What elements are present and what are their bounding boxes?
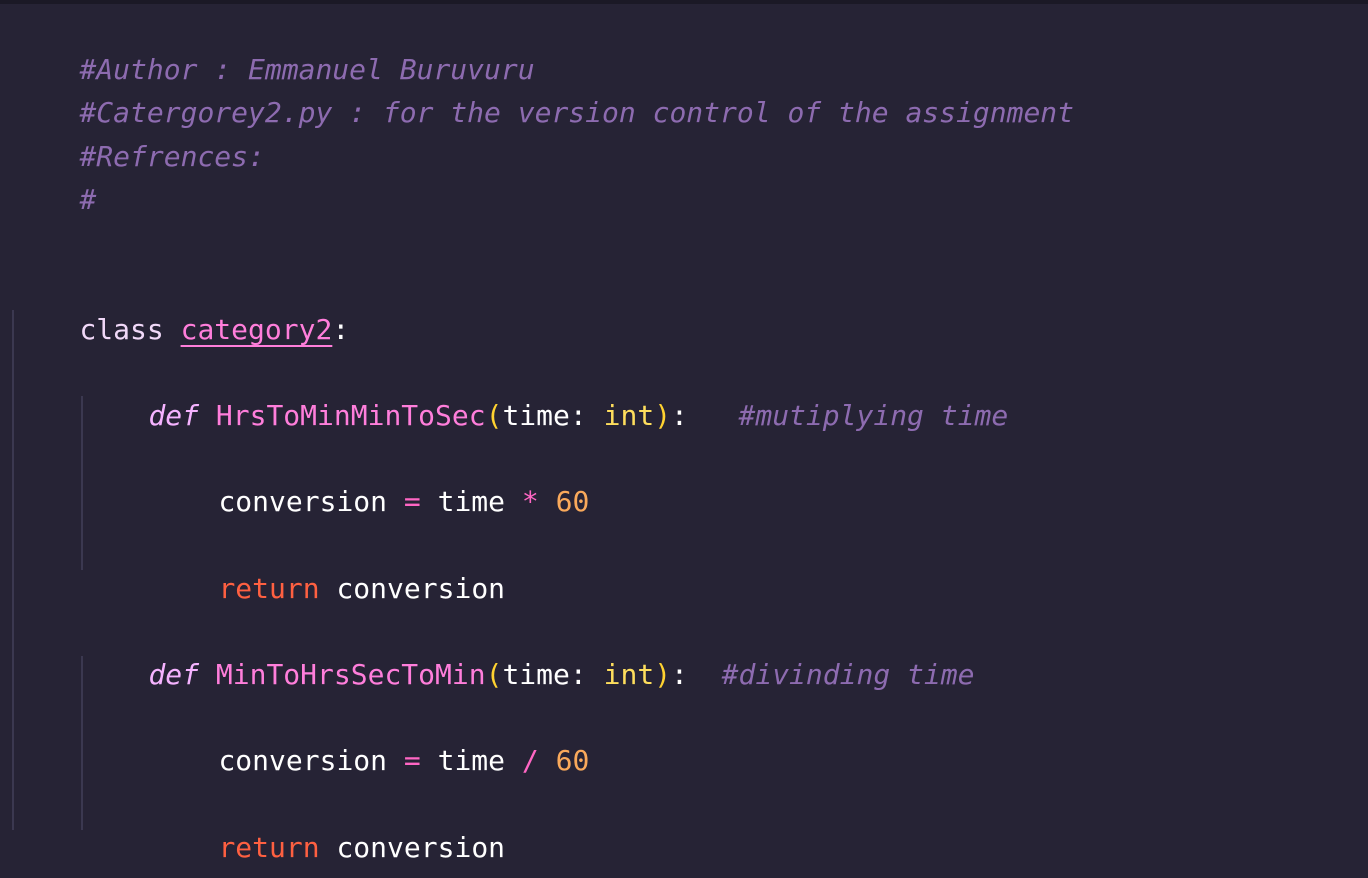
code-line-return1[interactable]: return conversion xyxy=(151,523,505,605)
param-separator: : xyxy=(569,658,604,691)
code-editor[interactable]: #Author : Emmanuel Buruvuru #Catergorey2… xyxy=(0,0,1368,878)
assign-target: conversion xyxy=(218,485,388,518)
param-type: int xyxy=(603,399,655,432)
open-paren: ( xyxy=(485,399,503,432)
code-line-class[interactable]: class category2: xyxy=(12,264,349,346)
open-paren: ( xyxy=(485,658,503,691)
def-comment: #divinding time xyxy=(721,658,975,691)
param-type: int xyxy=(603,658,655,691)
return-keyword: return xyxy=(218,572,320,605)
assign-target: conversion xyxy=(218,744,388,777)
assign-variable: time xyxy=(437,485,506,518)
code-line-3[interactable]: #Refrences: xyxy=(12,91,264,173)
code-line-assign1[interactable]: conversion = time * 60 xyxy=(151,436,589,518)
code-line-1[interactable]: #Author : Emmanuel Buruvuru xyxy=(12,4,534,86)
def-comment: #mutiplying time xyxy=(738,399,1009,432)
code-line-def1[interactable]: def HrsToMinMinToSec(time: int): #mutipl… xyxy=(81,350,1008,432)
class-keyword: class xyxy=(79,313,164,346)
code-line-return2[interactable]: return conversion xyxy=(151,782,505,864)
assign-operator: = xyxy=(403,485,421,518)
comment-hash: # xyxy=(79,183,97,216)
close-paren: ) xyxy=(654,658,672,691)
def-colon: : xyxy=(671,658,688,691)
def-colon: : xyxy=(671,399,688,432)
code-line-assign2[interactable]: conversion = time / 60 xyxy=(151,695,589,777)
def-keyword: def xyxy=(148,399,200,432)
comment-references: #Refrences: xyxy=(79,140,265,173)
assign-variable: time xyxy=(437,744,506,777)
code-line-4[interactable]: # xyxy=(12,134,96,216)
number-literal: 60 xyxy=(555,485,590,518)
code-line-def2[interactable]: def MinToHrsSecToMin(time: int): #divind… xyxy=(81,609,974,691)
return-keyword: return xyxy=(218,831,320,864)
function-name: HrsToMinMinToSec xyxy=(215,399,486,432)
param-name: time xyxy=(502,399,570,432)
code-line-2[interactable]: #Catergorey2.py : for the version contro… xyxy=(12,47,1074,129)
return-value: conversion xyxy=(336,572,506,605)
divide-operator: / xyxy=(521,744,539,777)
return-value: conversion xyxy=(336,831,506,864)
multiply-operator: * xyxy=(521,485,539,518)
param-separator: : xyxy=(569,399,604,432)
def-keyword: def xyxy=(148,658,200,691)
class-colon: : xyxy=(332,313,350,346)
function-name: MinToHrsSecToMin xyxy=(215,658,486,691)
param-name: time xyxy=(502,658,570,691)
close-paren: ) xyxy=(654,399,672,432)
number-literal: 60 xyxy=(555,744,590,777)
assign-operator: = xyxy=(403,744,421,777)
class-name: category2 xyxy=(180,313,333,346)
